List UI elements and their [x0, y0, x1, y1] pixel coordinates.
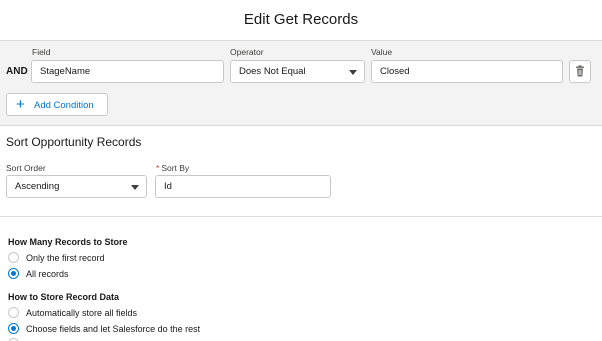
- radio-only-first-record[interactable]: [8, 252, 19, 263]
- chevron-down-icon: [349, 70, 357, 75]
- radio-label-only-first-record: Only the first record: [26, 253, 105, 263]
- field-input-value: StageName: [40, 66, 91, 77]
- radio-all-records[interactable]: [8, 268, 19, 279]
- sort-by-value: Id: [164, 181, 172, 192]
- how-to-store-title: How to Store Record Data: [8, 292, 120, 302]
- modal-header: Edit Get Records: [0, 0, 602, 41]
- condition-logic-label: AND: [6, 66, 28, 77]
- plus-icon: +: [16, 96, 25, 113]
- radio-label-all-records: All records: [26, 269, 69, 279]
- sort-by-label: Sort By: [161, 163, 190, 173]
- how-many-records-title: How Many Records to Store: [8, 237, 128, 247]
- operator-select[interactable]: Does Not Equal: [230, 60, 365, 83]
- delete-condition-button[interactable]: [569, 60, 591, 83]
- add-condition-label: Add Condition: [34, 100, 94, 111]
- radio-choose-fields[interactable]: [8, 323, 19, 334]
- add-condition-button[interactable]: + Add Condition: [6, 93, 108, 116]
- value-input[interactable]: Closed: [371, 60, 563, 83]
- sort-by-label-wrap: * Sort By: [156, 163, 189, 173]
- required-marker: *: [156, 163, 160, 173]
- radio-label-store-all-fields: Automatically store all fields: [26, 308, 138, 318]
- sort-by-input[interactable]: Id: [155, 175, 331, 198]
- trash-icon: [576, 65, 584, 77]
- chevron-down-icon: [131, 185, 139, 190]
- sort-order-value: Ascending: [15, 181, 60, 192]
- sort-order-label: Sort Order: [6, 163, 46, 173]
- operator-select-value: Does Not Equal: [239, 66, 306, 77]
- sort-section-title: Sort Opportunity Records: [6, 135, 142, 149]
- sort-order-select[interactable]: Ascending: [6, 175, 147, 198]
- modal-title: Edit Get Records: [243, 11, 359, 28]
- field-label: Field: [32, 47, 51, 57]
- value-input-value: Closed: [380, 66, 410, 77]
- operator-label: Operator: [230, 47, 264, 57]
- value-label: Value: [371, 47, 393, 57]
- store-records-section: [0, 217, 602, 341]
- field-input[interactable]: StageName: [31, 60, 224, 83]
- radio-label-choose-fields: Choose fields and let Salesforce do the …: [26, 324, 201, 334]
- edit-get-records-modal: Edit Get Records Field Operator Value AN…: [0, 0, 602, 341]
- radio-store-all-fields[interactable]: [8, 307, 19, 318]
